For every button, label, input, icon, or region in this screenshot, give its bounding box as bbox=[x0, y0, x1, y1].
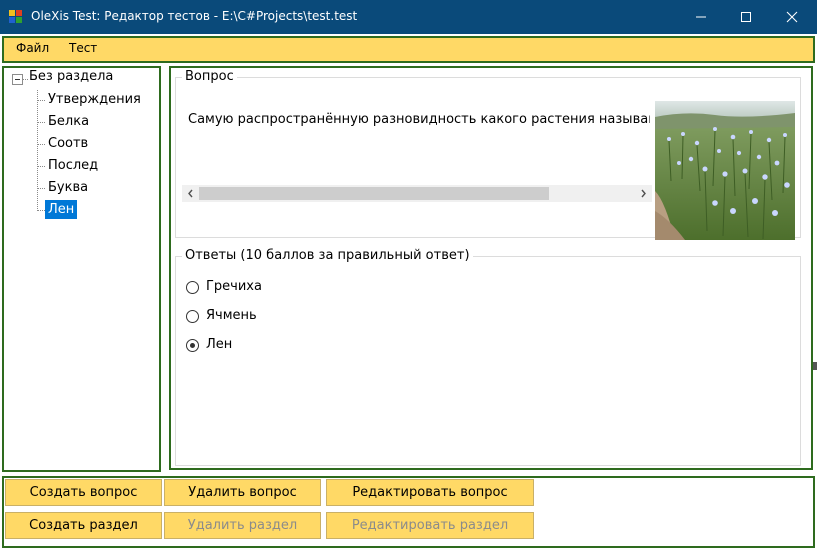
close-icon bbox=[786, 11, 798, 23]
radio-dot-icon bbox=[190, 343, 195, 348]
answers-group: Ответы (10 баллов за правильный ответ) Г… bbox=[175, 248, 801, 466]
tree-item[interactable]: Соотв bbox=[45, 134, 91, 153]
answer-label: Гречиха bbox=[206, 279, 262, 294]
answer-label: Ячмень bbox=[206, 308, 257, 323]
delete-section-button[interactable]: Удалить раздел bbox=[164, 512, 321, 539]
menu-test[interactable]: Тест bbox=[69, 41, 97, 55]
app-icon bbox=[9, 10, 23, 24]
create-section-button[interactable]: Создать раздел bbox=[5, 512, 162, 539]
edit-question-button[interactable]: Редактировать вопрос bbox=[326, 479, 534, 506]
question-group-title: Вопрос bbox=[182, 69, 237, 84]
tree-root-node[interactable]: Без раздела bbox=[29, 69, 113, 84]
horizontal-scrollbar[interactable] bbox=[182, 185, 652, 202]
scroll-left-icon[interactable] bbox=[182, 185, 199, 202]
title-bar[interactable]: OleXis Test: Редактор тестов - E:\C#Proj… bbox=[0, 0, 817, 34]
main-window: OleXis Test: Редактор тестов - E:\C#Proj… bbox=[0, 0, 817, 548]
delete-question-button[interactable]: Удалить вопрос bbox=[164, 479, 321, 506]
tree-item[interactable]: Белка bbox=[45, 112, 92, 131]
minimize-icon bbox=[696, 16, 706, 18]
collapse-toggle-icon[interactable] bbox=[12, 74, 23, 85]
question-group: Вопрос Самую распространённую разновидно… bbox=[175, 69, 801, 240]
tree-item[interactable]: Утверждения bbox=[45, 90, 144, 109]
create-question-button[interactable]: Создать вопрос bbox=[5, 479, 162, 506]
minimize-button[interactable] bbox=[678, 0, 724, 34]
answer-label: Лен bbox=[206, 337, 233, 352]
radio-button[interactable] bbox=[186, 281, 199, 294]
scrollbar-thumb[interactable] bbox=[199, 187, 549, 200]
tree-item-selected[interactable]: Лен bbox=[45, 200, 78, 219]
menu-file[interactable]: Файл bbox=[16, 41, 49, 55]
actions-panel: Создать вопрос Удалить вопрос Редактиров… bbox=[2, 476, 815, 548]
sections-tree[interactable]: Без раздела Утверждения Белка Соотв Посл… bbox=[2, 66, 161, 472]
close-button[interactable] bbox=[769, 0, 815, 34]
maximize-button[interactable] bbox=[723, 0, 769, 34]
edit-section-button[interactable]: Редактировать раздел bbox=[326, 512, 534, 539]
menu-bar: Файл Тест bbox=[2, 36, 815, 63]
question-text: Самую распространённую разновидность как… bbox=[188, 112, 650, 127]
radio-button-checked[interactable] bbox=[186, 339, 199, 352]
question-image bbox=[655, 101, 795, 240]
answers-group-title: Ответы (10 баллов за правильный ответ) bbox=[182, 248, 473, 263]
question-editor-panel: Вопрос Самую распространённую разновидно… bbox=[169, 66, 813, 470]
scroll-right-icon[interactable] bbox=[635, 185, 652, 202]
tree-item[interactable]: Буква bbox=[45, 178, 91, 197]
radio-button[interactable] bbox=[186, 310, 199, 323]
tree-item[interactable]: Послед bbox=[45, 156, 101, 175]
window-title: OleXis Test: Редактор тестов - E:\C#Proj… bbox=[31, 9, 358, 23]
maximize-icon bbox=[741, 12, 751, 22]
